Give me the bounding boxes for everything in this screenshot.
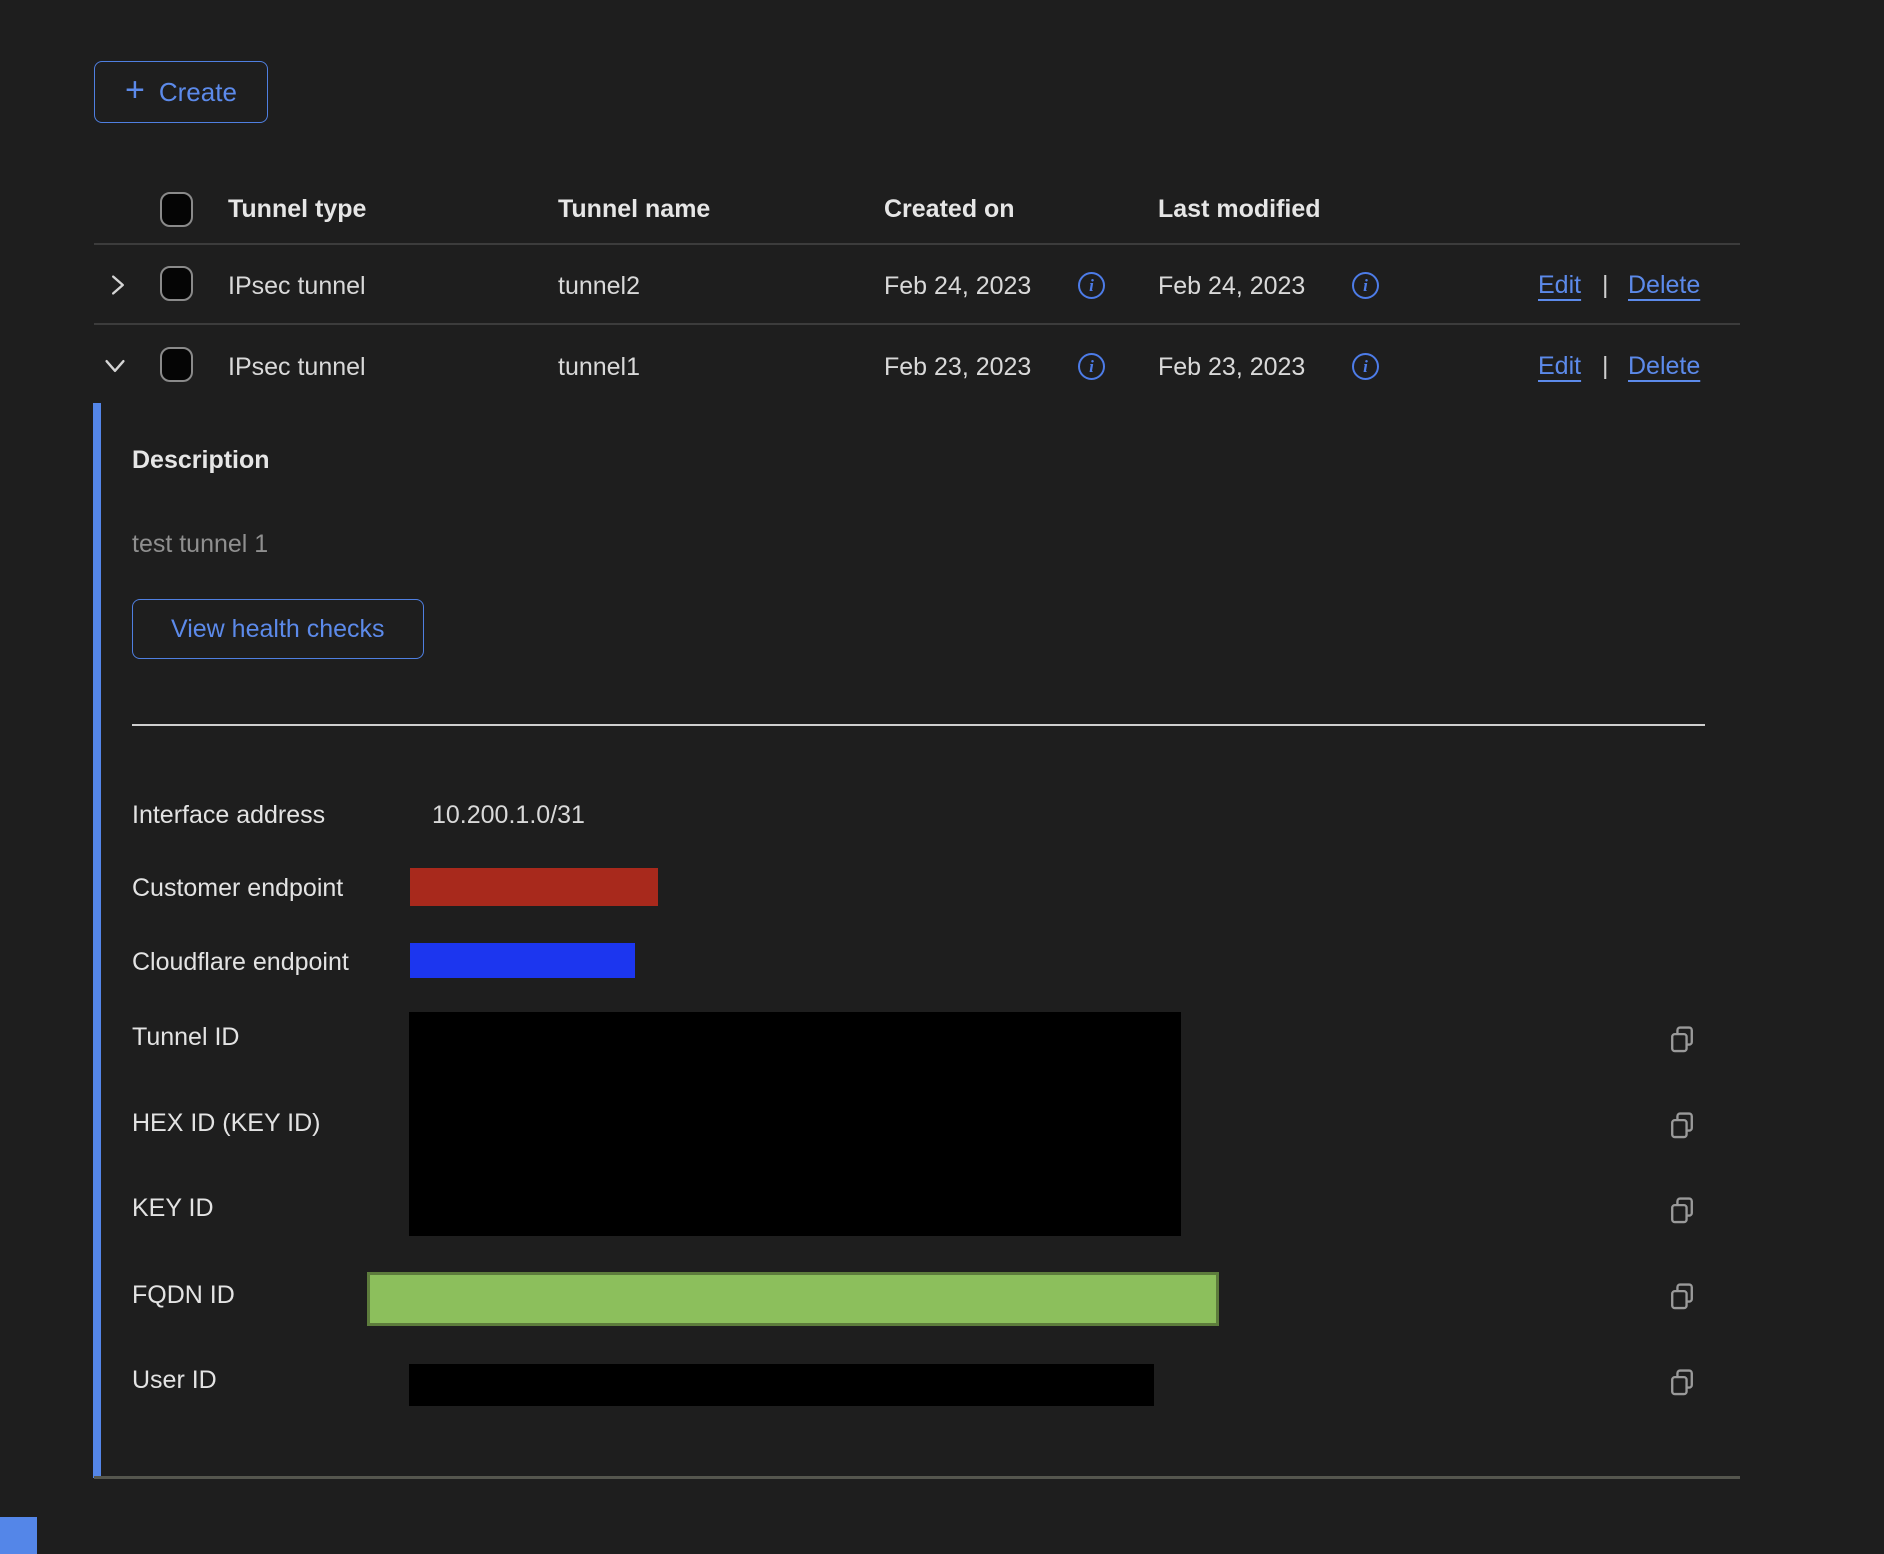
description-value: test tunnel 1	[132, 529, 268, 559]
key-id-label: KEY ID	[132, 1193, 214, 1223]
action-separator: |	[1602, 352, 1609, 381]
ids-redaction-block	[409, 1012, 1181, 1236]
header-divider	[94, 243, 1740, 245]
tunnel-name-cell: tunnel1	[558, 352, 640, 382]
delete-link[interactable]: Delete	[1628, 352, 1700, 381]
created-on-cell: Feb 23, 2023	[884, 352, 1031, 382]
cloudflare-endpoint-label: Cloudflare endpoint	[132, 947, 349, 977]
chevron-right-icon[interactable]	[106, 273, 130, 297]
copy-user-id-button[interactable]	[1668, 1368, 1696, 1401]
select-all-checkbox[interactable]	[160, 192, 193, 227]
row-checkbox[interactable]	[160, 347, 193, 382]
create-button-label: Create	[159, 77, 237, 108]
view-health-checks-label: View health checks	[171, 615, 385, 644]
user-id-redaction	[409, 1364, 1154, 1406]
copy-tunnel-id-button[interactable]	[1668, 1025, 1696, 1058]
cloudflare-endpoint-redaction	[410, 943, 635, 978]
info-icon[interactable]: i	[1078, 353, 1105, 380]
created-on-cell: Feb 24, 2023	[884, 271, 1031, 301]
action-separator: |	[1602, 271, 1609, 300]
info-icon[interactable]: i	[1352, 353, 1379, 380]
tunnel-type-cell: IPsec tunnel	[228, 271, 366, 301]
interface-address-value: 10.200.1.0/31	[432, 800, 585, 830]
user-id-label: User ID	[132, 1365, 217, 1395]
copy-icon	[1668, 1368, 1696, 1398]
copy-hex-id-button[interactable]	[1668, 1111, 1696, 1144]
create-button[interactable]: + Create	[94, 61, 268, 123]
column-header-last-modified: Last modified	[1158, 194, 1321, 224]
customer-endpoint-label: Customer endpoint	[132, 873, 343, 903]
fqdn-id-label: FQDN ID	[132, 1280, 235, 1310]
column-header-tunnel-name: Tunnel name	[558, 194, 710, 224]
row-divider	[94, 323, 1740, 325]
plus-icon: +	[125, 71, 145, 110]
copy-icon	[1668, 1196, 1696, 1226]
copy-key-id-button[interactable]	[1668, 1196, 1696, 1229]
interface-address-label: Interface address	[132, 800, 325, 830]
panel-bottom-divider	[94, 1476, 1740, 1479]
expanded-accent-bar	[93, 403, 101, 1478]
hex-id-label: HEX ID (KEY ID)	[132, 1108, 320, 1138]
row-checkbox[interactable]	[160, 266, 193, 301]
info-icon[interactable]: i	[1078, 272, 1105, 299]
copy-fqdn-id-button[interactable]	[1668, 1282, 1696, 1315]
tunnels-page: + Create Tunnel type Tunnel name Created…	[0, 0, 1884, 1554]
column-header-tunnel-type: Tunnel type	[228, 194, 366, 224]
panel-divider	[132, 724, 1705, 726]
copy-icon	[1668, 1282, 1696, 1312]
last-modified-cell: Feb 23, 2023	[1158, 352, 1305, 382]
last-modified-cell: Feb 24, 2023	[1158, 271, 1305, 301]
chevron-down-icon[interactable]	[102, 354, 128, 378]
edit-link[interactable]: Edit	[1538, 271, 1581, 300]
view-health-checks-button[interactable]: View health checks	[132, 599, 424, 659]
viewport-edge-accent	[0, 1517, 37, 1554]
tunnel-id-label: Tunnel ID	[132, 1022, 239, 1052]
tunnel-type-cell: IPsec tunnel	[228, 352, 366, 382]
edit-link[interactable]: Edit	[1538, 352, 1581, 381]
delete-link[interactable]: Delete	[1628, 271, 1700, 300]
info-icon[interactable]: i	[1352, 272, 1379, 299]
description-label: Description	[132, 445, 270, 475]
copy-icon	[1668, 1111, 1696, 1141]
tunnel-name-cell: tunnel2	[558, 271, 640, 301]
copy-icon	[1668, 1025, 1696, 1055]
column-header-created-on: Created on	[884, 194, 1015, 224]
customer-endpoint-redaction	[410, 868, 658, 906]
fqdn-id-redaction	[367, 1272, 1219, 1326]
